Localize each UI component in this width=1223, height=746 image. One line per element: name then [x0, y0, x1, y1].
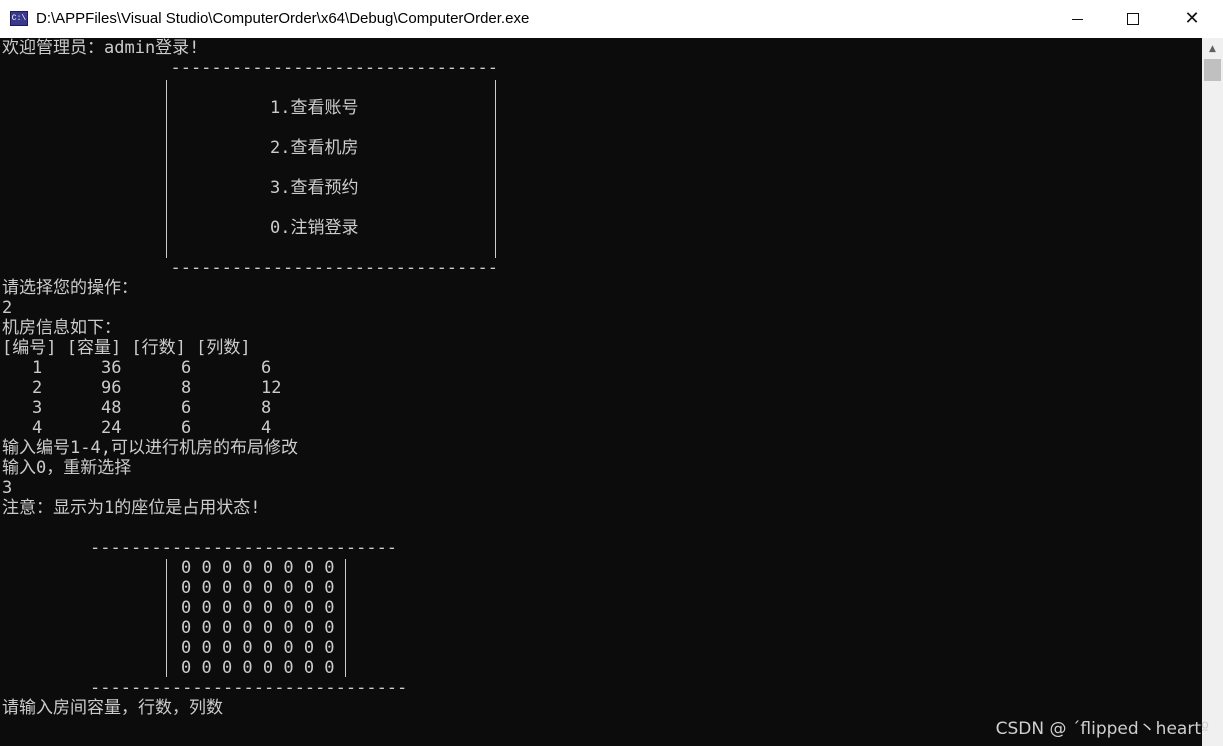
scroll-up-button[interactable]: ▲ [1202, 40, 1223, 57]
seat-row: 0 0 0 0 0 0 0 0 [181, 558, 335, 578]
seat-row: 0 0 0 0 0 0 0 0 [181, 618, 335, 638]
seat-border-top: ------------------------------ [90, 538, 398, 558]
close-button[interactable]: ✕ [1161, 0, 1223, 38]
menu-item-view-rooms: 2.查看机房 [270, 138, 359, 158]
maximize-icon [1127, 13, 1139, 25]
table-cell-cols: 12 [261, 378, 282, 398]
vertical-scrollbar[interactable]: ▲ [1202, 38, 1223, 746]
seat-border-right [345, 559, 346, 677]
watermark: CSDN @ ˊflipped丶heartº [995, 719, 1209, 739]
seat-notice: 注意：显示为1的座位是占用状态! [2, 498, 261, 518]
menu-border-left [166, 80, 167, 258]
hint-edit-layout: 输入编号1-4,可以进行机房的布局修改 [2, 438, 298, 458]
seat-row: 0 0 0 0 0 0 0 0 [181, 658, 335, 678]
menu-border-top: -------------------------------- [150, 58, 498, 78]
maximize-button[interactable] [1105, 0, 1161, 38]
minimize-icon [1071, 18, 1083, 20]
menu-border-bottom: -------------------------------- [150, 258, 498, 278]
window-title: D:\APPFiles\Visual Studio\ComputerOrder\… [36, 10, 530, 27]
table-cell-rows: 6 [181, 418, 192, 438]
seat-border-bottom: ------------------------------- [90, 678, 408, 698]
table-cell-id: 2 [32, 378, 43, 398]
console-app-icon: C:\ [10, 11, 28, 26]
table-cell-cols: 6 [261, 358, 272, 378]
minimize-button[interactable] [1049, 0, 1105, 38]
user-input-choice: 2 [2, 298, 13, 318]
welcome-line: 欢迎管理员：admin登录! [2, 38, 200, 58]
table-cell-rows: 8 [181, 378, 192, 398]
table-cell-capacity: 36 [101, 358, 122, 378]
table-cell-capacity: 48 [101, 398, 122, 418]
room-table-headers: [编号] [容量] [行数] [列数] [2, 338, 251, 358]
menu-item-view-reservations: 3.查看预约 [270, 178, 359, 198]
table-cell-capacity: 96 [101, 378, 122, 398]
seat-row: 0 0 0 0 0 0 0 0 [181, 598, 335, 618]
table-cell-cols: 8 [261, 398, 272, 418]
console-output[interactable]: 欢迎管理员：admin登录! -------------------------… [0, 38, 1202, 746]
window-titlebar[interactable]: C:\ D:\APPFiles\Visual Studio\ComputerOr… [0, 0, 1223, 39]
prompt-choose: 请选择您的操作： [2, 278, 138, 298]
hint-reselect: 输入0，重新选择 [2, 458, 132, 478]
table-cell-rows: 6 [181, 398, 192, 418]
seat-border-left [166, 559, 167, 677]
table-cell-capacity: 24 [101, 418, 122, 438]
menu-item-logout: 0.注销登录 [270, 218, 359, 238]
seat-row: 0 0 0 0 0 0 0 0 [181, 578, 335, 598]
user-input-room: 3 [2, 478, 13, 498]
close-icon: ✕ [1184, 8, 1200, 29]
scrollbar-thumb[interactable] [1204, 59, 1221, 81]
menu-item-view-accounts: 1.查看账号 [270, 98, 359, 118]
table-cell-rows: 6 [181, 358, 192, 378]
menu-border-right [495, 80, 496, 258]
table-cell-id: 3 [32, 398, 43, 418]
seat-row: 0 0 0 0 0 0 0 0 [181, 638, 335, 658]
table-cell-id: 4 [32, 418, 43, 438]
chevron-up-icon: ▲ [1209, 43, 1216, 54]
table-cell-id: 1 [32, 358, 43, 378]
prompt-capacity: 请输入房间容量，行数，列数 [2, 698, 223, 718]
table-cell-cols: 4 [261, 418, 272, 438]
room-info-header: 机房信息如下： [2, 318, 121, 338]
